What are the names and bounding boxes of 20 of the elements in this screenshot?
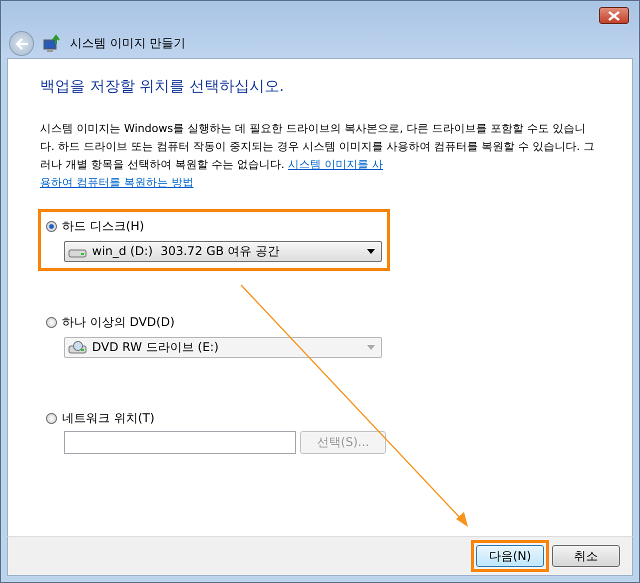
drive-dropdown[interactable]: win_d (D:) 303.72 GB 여유 공간: [64, 241, 382, 262]
dialog-button[interactable]: 다음(N): [476, 545, 544, 567]
close-icon: [607, 10, 621, 20]
back-button[interactable]: [9, 31, 34, 56]
option-label[interactable]: 하드 디스크(H): [62, 218, 144, 235]
help-link[interactable]: 시스템 이미지를 사: [288, 158, 383, 171]
drive-icon: [68, 340, 88, 354]
description-text: 시스템 이미지는 Windows를 실행하는 데 필요한 드라이브의 복사본으로, 다른 드라이브를 포함할 수도 있습니다. 하드 드라이브 또는 컴퓨터 작동이 중지되는 경우 시스템 이미지를 사용하여 컴퓨터를 복원할 수 있습니다. 그러나 개별 항목을 선택하여 복원할 수는 없습니다. 시스템 이미지를 사 용하여 컴퓨터를 복원하는 방법: [40, 121, 595, 191]
caret-icon: [367, 249, 375, 254]
caret-icon: [367, 345, 375, 350]
close-button[interactable]: [599, 7, 629, 24]
back-arrow-icon: [14, 38, 28, 50]
dropdown-value: DVD RW 드라이브 (E:): [92, 339, 220, 356]
help-link[interactable]: 용하여 컴퓨터를 복원하는 방법: [40, 176, 194, 189]
page-heading: 백업을 저장할 위치를 선택하십시오.: [40, 77, 286, 96]
radio-button[interactable]: [46, 221, 57, 232]
dropdown-value: win_d (D:) 303.72 GB 여유 공간: [92, 243, 280, 260]
window-title: 시스템 이미지 만들기: [70, 35, 186, 52]
dialog-button[interactable]: 취소: [552, 545, 620, 567]
computer-backup-icon: [42, 34, 62, 54]
